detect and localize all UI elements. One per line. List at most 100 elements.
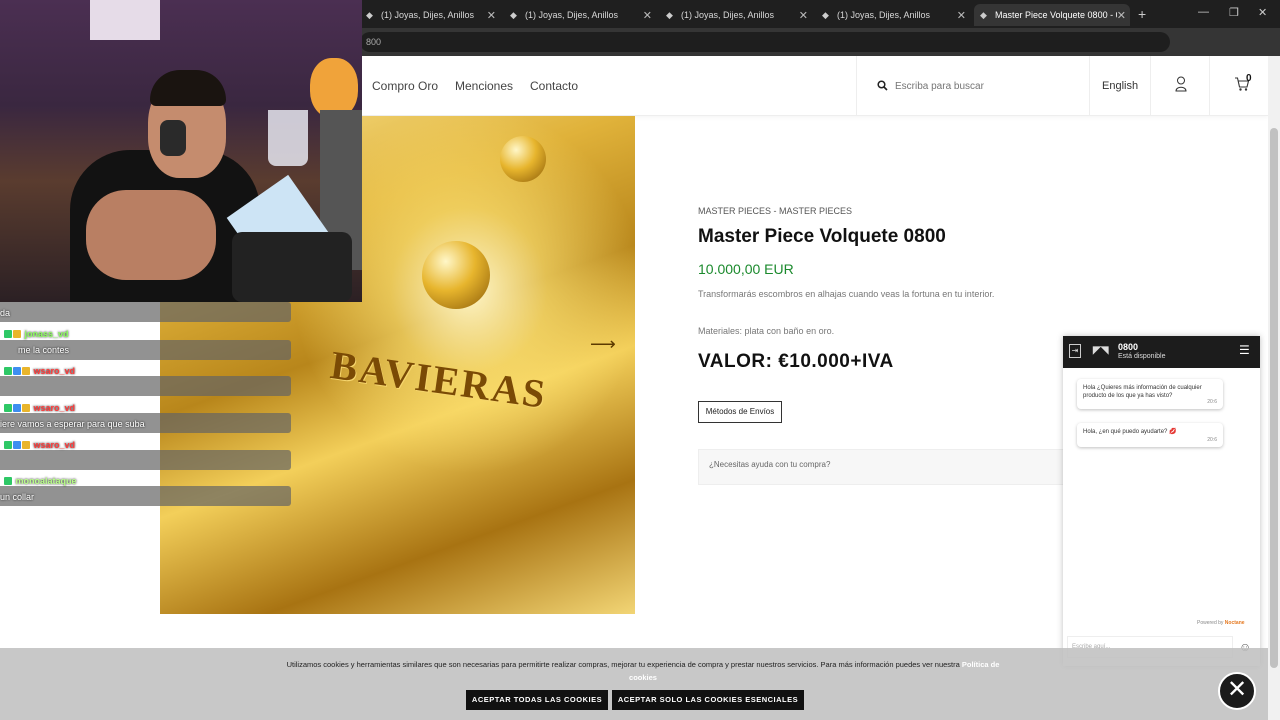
badge-icon [4,404,12,412]
chat-overlay-bar [0,302,291,322]
badge-icon [4,367,12,375]
chat-username: monoalataque [15,476,77,486]
close-window-icon[interactable]: ✕ [1258,6,1267,19]
help-accordion[interactable]: ¿Necesitas ayuda con tu compra? [698,449,1064,485]
product-price: 10.000,00 EUR [698,261,794,277]
streamer-hair [150,70,226,106]
favicon-icon: ◆ [666,9,673,20]
chat-agent-name: 0800 [1118,342,1139,352]
chat-overlay-bar [0,376,291,396]
browser-tab[interactable]: ◆ (1) Joyas, Dijes, Anillos ✕ [504,4,656,26]
accept-all-cookies-button[interactable]: ACEPTAR TODAS LAS COOKIES [466,690,608,710]
chat-message-text: Hola ¿Quieres más información de cualqui… [1083,385,1202,399]
tab-title: (1) Joyas, Dijes, Anillos [381,10,475,20]
user-icon[interactable] [1175,76,1187,92]
chat-message: Hola ¿Quieres más información de cualqui… [1077,379,1223,409]
brand-logo-icon: ◤◥ [1093,345,1109,356]
chat-message-time: 20:6 [1207,399,1217,405]
powered-by: Powered by Noctane [1197,620,1245,626]
search-container [856,56,1090,115]
close-tab-icon[interactable]: ✕ [799,9,808,22]
language-switch[interactable]: English [1102,80,1138,92]
chat-message: iere vamos a esperar para que suba [0,419,145,429]
close-tab-icon[interactable]: ✕ [957,9,966,22]
chat-username: wsaro_vd [33,366,76,376]
chat-username-line: jonass_vd [4,329,69,339]
badge-icon [13,330,21,338]
badge-icon [13,404,21,412]
chat-message: da [0,308,11,318]
address-bar[interactable]: 800 [360,32,1170,52]
next-image-arrow-icon[interactable]: ⟶ [590,334,616,355]
streamer-arm [86,190,216,280]
badge-icon [4,441,12,449]
close-tab-icon[interactable]: ✕ [487,9,496,22]
headphones [160,120,186,156]
microphone [232,232,352,302]
badge-icon [22,441,30,449]
chat-menu-icon[interactable]: ☰ [1239,343,1250,357]
product-materials: Materiales: plata con baño en oro. [698,326,835,336]
tab-title: (1) Joyas, Dijes, Anillos [837,10,931,20]
chat-username-line: monoalataque [4,476,77,486]
powered-by-brand: Noctane [1224,620,1245,626]
tab-title: (1) Joyas, Dijes, Anillos [681,10,775,20]
close-tab-icon[interactable]: ✕ [1116,8,1126,22]
shipping-methods-button[interactable]: Métodos de Envíos [698,401,782,423]
scrollbar-thumb[interactable] [1270,128,1278,668]
webcam-overlay [0,0,362,302]
gold-sphere [500,136,546,182]
favicon-icon: ◆ [510,9,517,20]
accept-essential-cookies-button[interactable]: ACEPTAR SOLO LAS COOKIES ESENCIALES [612,690,804,710]
browser-tab[interactable]: ◆ (1) Joyas, Dijes, Anillos ✕ [360,4,500,26]
nav-menciones[interactable]: Menciones [455,79,513,93]
badge-icon [13,367,21,375]
badge-icon [13,441,21,449]
cookie-message: Utilizamos cookies y herramientas simila… [286,660,960,669]
chat-username: jonass_vd [24,329,69,339]
favicon-icon: ◆ [822,9,829,20]
account-container [1150,56,1210,115]
minimize-icon[interactable]: — [1198,6,1209,18]
favicon-icon: ◆ [366,9,373,20]
cookie-banner: Utilizamos cookies y herramientas simila… [0,648,1268,720]
product-description: Transformarás escombros en alhajas cuand… [698,289,995,299]
chat-username-line: wsaro_vd [4,366,75,376]
product-title: Master Piece Volquete 0800 [698,226,946,247]
cookie-text: Utilizamos cookies y herramientas simila… [278,658,1008,684]
badge-icon [4,477,12,485]
chat-message-text: Hola, ¿en qué puedo ayudarte? 💋 [1083,429,1177,435]
favicon-icon: ◆ [980,9,987,20]
browser-tab[interactable]: ◆ (1) Joyas, Dijes, Anillos ✕ [816,4,970,26]
screen: ◆ (1) Joyas, Dijes, Anillos ✕ ◆ (1) Joya… [0,0,1280,720]
chat-username: wsaro_vd [33,403,76,413]
badge-icon [22,404,30,412]
close-cookie-banner-icon[interactable]: ✕ [1218,672,1256,710]
search-input[interactable] [895,76,1075,96]
search-icon[interactable] [877,80,888,91]
chat-overlay-bar [0,486,291,506]
chat-header: ⇥ ◤◥ 0800 Está disponible ☰ [1063,336,1260,368]
tab-title: Master Piece Volquete 0800 - 0 [995,10,1121,20]
help-prompt: ¿Necesitas ayuda con tu compra? [709,460,831,469]
nav-contacto[interactable]: Contacto [530,79,578,93]
maximize-icon[interactable]: ❐ [1229,6,1239,19]
browser-tab[interactable]: ◆ (1) Joyas, Dijes, Anillos ✕ [660,4,812,26]
page-scrollbar[interactable] [1268,56,1280,720]
nav-compro-oro[interactable]: Compro Oro [372,79,438,93]
chat-overlay-bar [0,450,291,470]
chat-message: un collar [0,492,35,502]
chat-username-line: wsaro_vd [4,440,75,450]
exit-chat-icon[interactable]: ⇥ [1069,344,1081,358]
product-value: VALOR: €10.000+IVA [698,351,894,372]
close-tab-icon[interactable]: ✕ [643,9,652,22]
chat-status: Está disponible [1118,353,1166,360]
breadcrumb[interactable]: MASTER PIECES - MASTER PIECES [698,206,852,216]
new-tab-button[interactable]: + [1138,6,1146,22]
tab-title: (1) Joyas, Dijes, Anillos [525,10,619,20]
chat-message: me la contes [18,345,70,355]
browser-tab-active[interactable]: ◆ Master Piece Volquete 0800 - 0 ✕ [974,4,1130,26]
powered-by-prefix: Powered by [1197,620,1224,626]
shelf-decoration [90,0,160,40]
chat-widget: ⇥ ◤◥ 0800 Está disponible ☰ Hola ¿Quiere… [1063,336,1260,666]
